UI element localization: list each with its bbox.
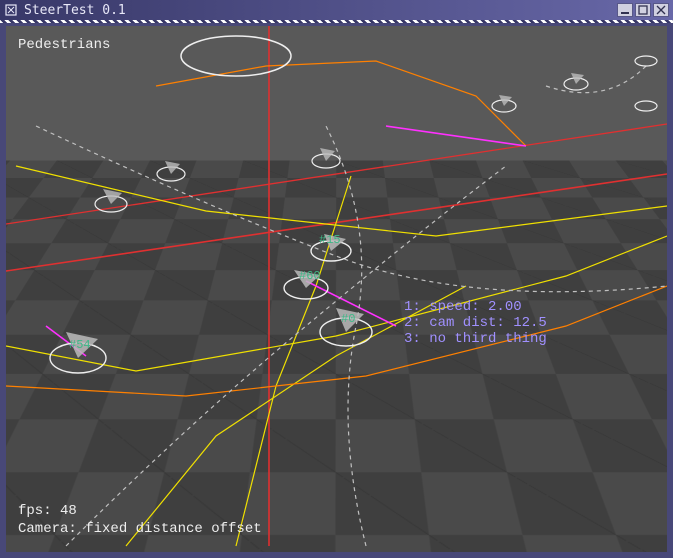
minimize-button[interactable] — [617, 3, 633, 17]
system-menu-icon[interactable] — [4, 3, 18, 17]
app-window: SteerTest 0.1 — [0, 0, 673, 558]
ground-plane — [6, 161, 667, 552]
close-button[interactable] — [653, 3, 669, 17]
viewport-3d[interactable]: #15 #60 #0 #54 — [6, 26, 667, 552]
window-controls — [617, 3, 669, 17]
maximize-button[interactable] — [635, 3, 651, 17]
window-title: SteerTest 0.1 — [24, 3, 617, 18]
titlebar-decoration — [0, 20, 673, 23]
obstacle-circle — [181, 36, 291, 76]
scene-name-label: Pedestrians — [18, 37, 110, 53]
titlebar[interactable]: SteerTest 0.1 — [0, 0, 673, 20]
